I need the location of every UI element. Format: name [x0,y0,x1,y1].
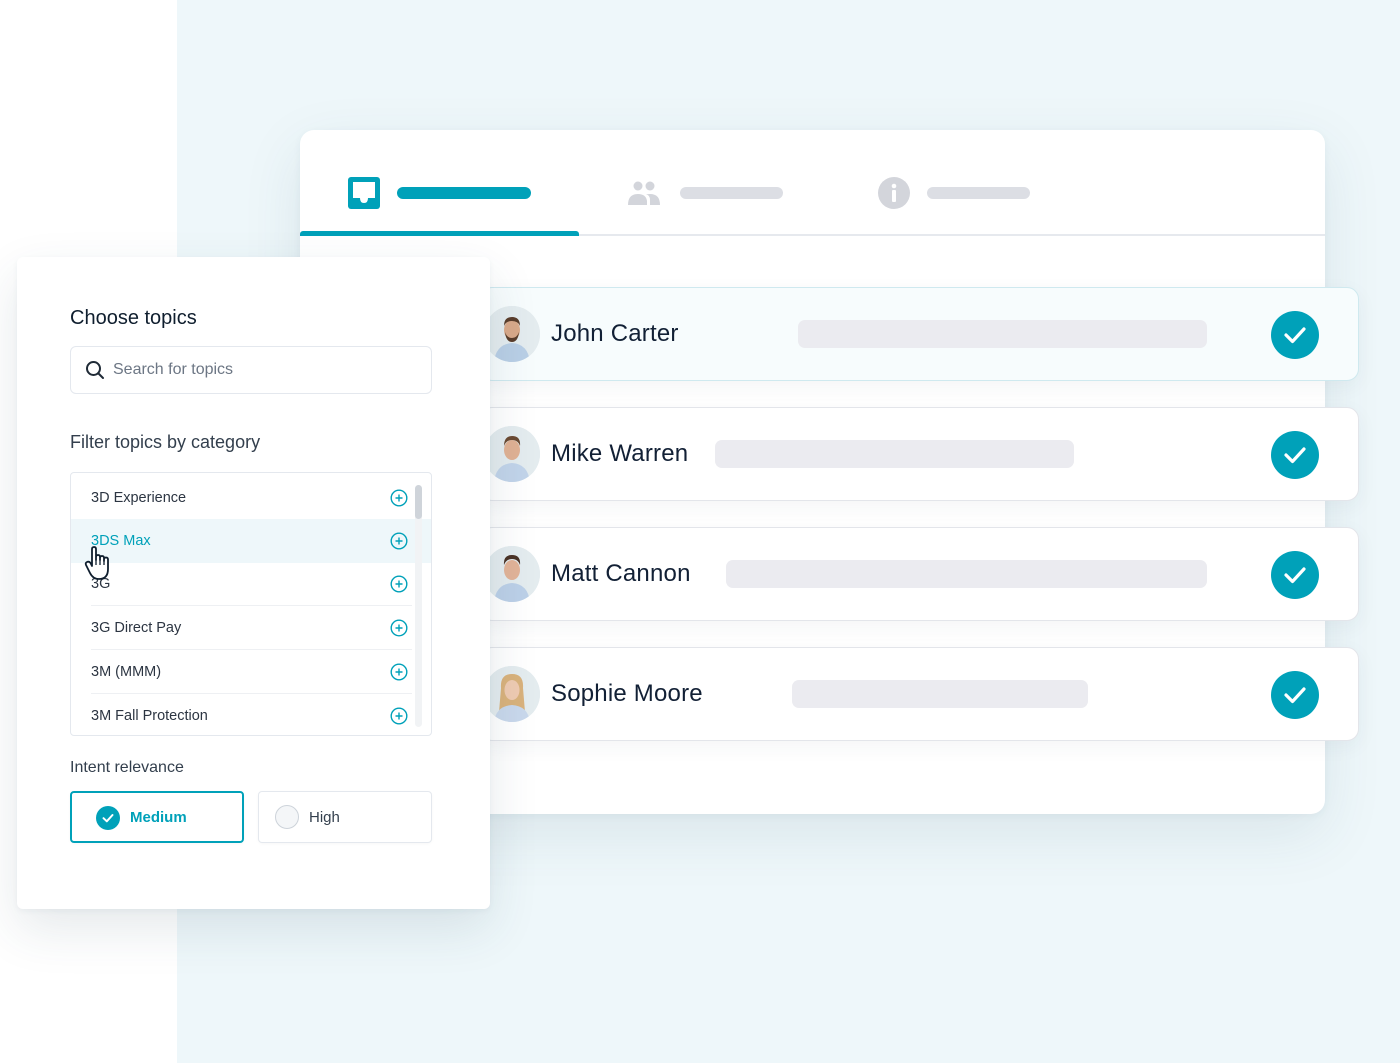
scrollbar[interactable] [415,485,422,727]
topic-item[interactable]: 3M Fall Protection [71,694,416,735]
users-icon [628,181,660,205]
topic-label: 3G [91,576,111,592]
topic-chooser-panel: Choose topics Search for topics Filter t… [17,257,490,909]
tab-label-placeholder [397,187,531,199]
panel-title: Choose topics [70,307,197,329]
person-row[interactable]: Mike Warren [480,407,1359,501]
detail-placeholder [798,320,1207,348]
tab-users[interactable] [626,176,783,210]
topic-label: 3G Direct Pay [91,620,182,636]
detail-placeholder [715,440,1074,468]
topic-label: 3M Fall Protection [91,708,208,724]
add-circle-icon[interactable] [390,663,408,681]
person-photo-icon [484,306,540,362]
detail-placeholder [726,560,1207,588]
selected-check-icon[interactable] [1271,311,1319,359]
tab-info[interactable] [877,176,1030,210]
topic-item[interactable]: 3D Experience [71,476,416,520]
add-circle-icon[interactable] [390,489,408,507]
intent-label: Intent relevance [70,759,184,776]
search-icon [86,361,104,379]
person-name: Matt Cannon [551,560,691,587]
scroll-thumb[interactable] [415,485,422,519]
intent-option-high[interactable]: High [258,791,432,843]
topic-item[interactable]: 3G Direct Pay [71,606,416,650]
topic-label: 3M (MMM) [91,664,162,680]
tab-inbox[interactable] [347,176,531,210]
filter-label: Filter topics by category [70,432,261,452]
topic-label: 3D Experience [91,490,187,506]
intent-option-medium[interactable]: Medium [70,791,244,843]
search-input[interactable]: Search for topics [70,346,432,394]
person-photo-icon [484,426,540,482]
person-row[interactable]: Sophie Moore [480,647,1359,741]
unchecked-radio-icon [275,805,299,829]
checked-radio-icon [96,806,120,830]
avatar [484,306,540,362]
selected-check-icon[interactable] [1271,671,1319,719]
add-circle-icon[interactable] [390,707,408,725]
add-circle-icon[interactable] [390,619,408,637]
detail-placeholder [792,680,1088,708]
person-photo-icon [484,546,540,602]
topic-label: 3DS Max [91,533,151,549]
topic-item[interactable]: 3M (MMM) [71,650,416,694]
avatar [484,546,540,602]
tab-bar [300,130,1325,236]
topic-item[interactable]: 3DS Max [71,519,431,563]
inbox-icon [348,177,380,209]
add-circle-icon[interactable] [390,575,408,593]
person-name: Mike Warren [551,440,689,467]
person-name: Sophie Moore [551,680,703,707]
person-photo-icon [484,666,540,722]
active-tab-indicator [300,231,579,236]
person-row[interactable]: John Carter [480,287,1359,381]
info-icon [878,177,910,209]
option-label: Medium [130,808,187,826]
selected-check-icon[interactable] [1271,551,1319,599]
add-circle-icon[interactable] [390,532,408,550]
option-label: High [309,808,340,826]
topic-list: 3D Experience 3DS Max 3G 3G Direct Pay 3… [70,472,432,736]
avatar [484,426,540,482]
topic-item[interactable]: 3G [71,562,416,606]
tab-label-placeholder [680,187,783,199]
person-name: John Carter [551,320,679,347]
avatar [484,666,540,722]
search-placeholder: Search for topics [113,361,234,378]
selected-check-icon[interactable] [1271,431,1319,479]
person-row[interactable]: Matt Cannon [480,527,1359,621]
tab-label-placeholder [927,187,1030,199]
